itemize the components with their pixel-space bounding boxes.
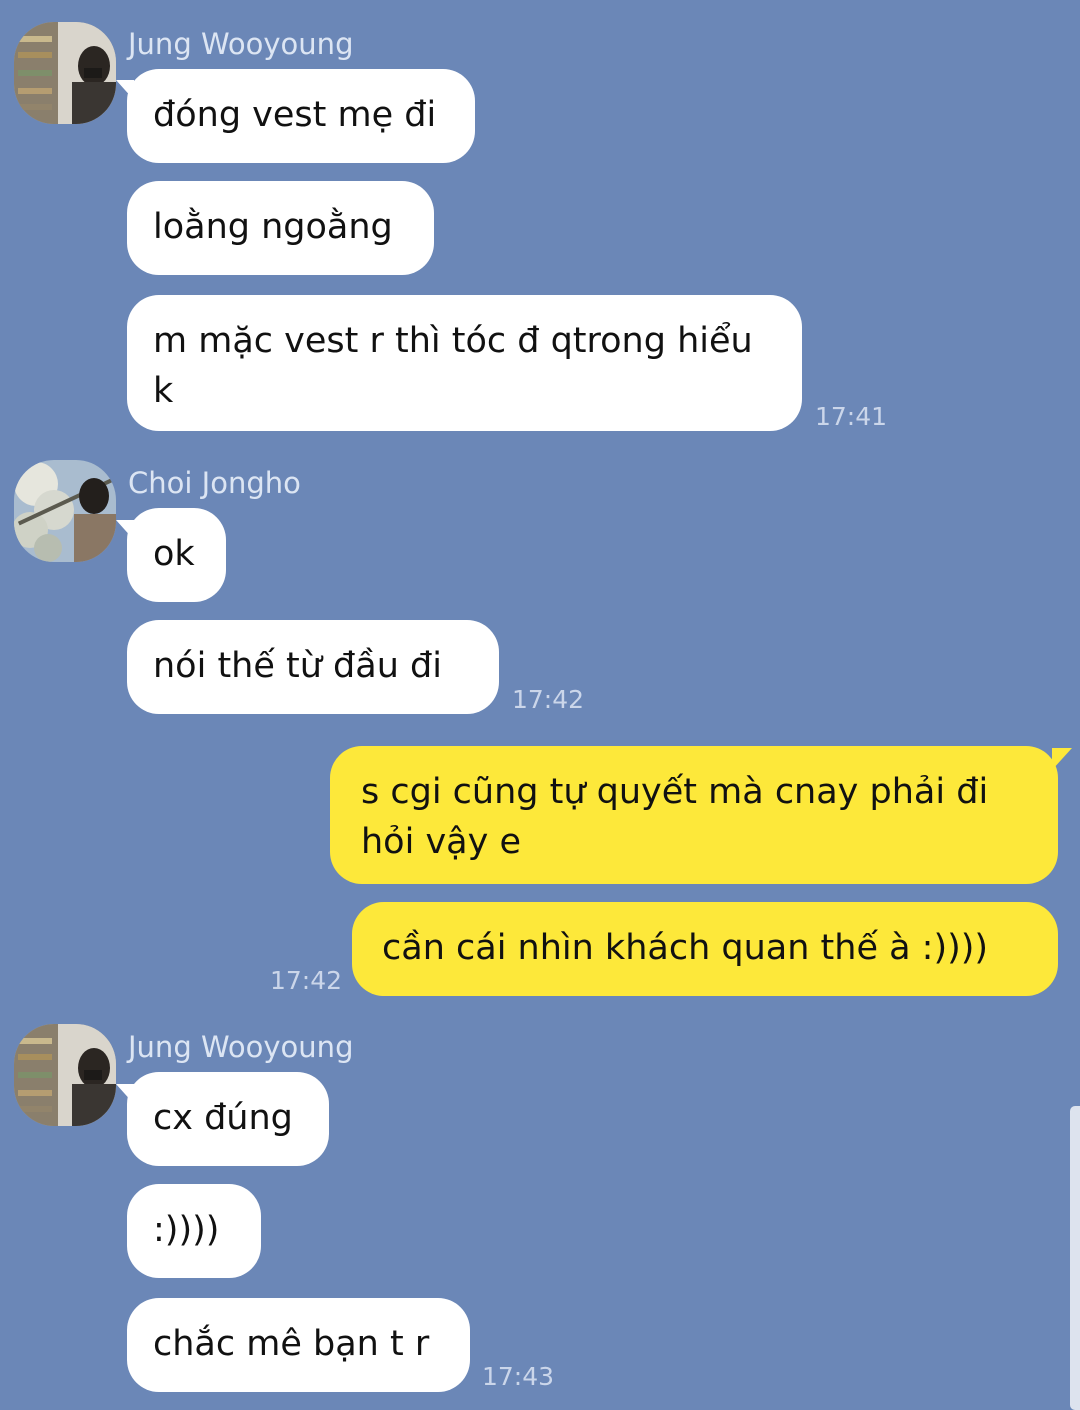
profile-photo-icon	[14, 1024, 116, 1126]
scrollbar[interactable]	[1070, 1106, 1080, 1410]
message-bubble[interactable]: đóng vest mẹ đi	[127, 69, 475, 163]
message-bubble[interactable]: :))))	[127, 1184, 261, 1278]
message-text: đóng vest mẹ đi	[153, 95, 437, 135]
message-text: cx đúng	[153, 1098, 293, 1138]
message-timestamp: 17:41	[815, 402, 888, 431]
message-text: nói thế từ đầu đi	[153, 646, 442, 686]
profile-photo-icon	[14, 460, 116, 562]
message-text: ok	[153, 534, 195, 574]
message-text: loằng ngoằng	[153, 207, 393, 247]
message-text: chắc mê bạn t r	[153, 1324, 430, 1364]
sender-name: Jung Wooyoung	[128, 1030, 354, 1064]
sender-name: Jung Wooyoung	[128, 27, 354, 61]
avatar-jung-wooyoung[interactable]	[14, 1024, 116, 1126]
sender-name: Choi Jongho	[128, 466, 301, 500]
profile-photo-icon	[14, 22, 116, 124]
message-bubble[interactable]: m mặc vest r thì tóc đ qtrong hiểu k	[127, 295, 802, 431]
message-text: s cgi cũng tự quyết mà cnay phải đi hỏi …	[361, 772, 989, 862]
message-bubble[interactable]: ok	[127, 508, 226, 602]
avatar-choi-jongho[interactable]	[14, 460, 116, 562]
message-timestamp: 17:43	[482, 1362, 555, 1391]
message-bubble[interactable]: cần cái nhìn khách quan thế à :))))	[352, 902, 1058, 996]
message-timestamp: 17:42	[270, 966, 343, 995]
message-text: m mặc vest r thì tóc đ qtrong hiểu k	[153, 321, 753, 411]
message-text: cần cái nhìn khách quan thế à :))))	[382, 928, 989, 968]
message-bubble[interactable]: chắc mê bạn t r	[127, 1298, 470, 1392]
message-text: :))))	[153, 1210, 220, 1250]
message-timestamp: 17:42	[512, 685, 585, 714]
message-bubble[interactable]: s cgi cũng tự quyết mà cnay phải đi hỏi …	[330, 746, 1058, 884]
message-bubble[interactable]: loằng ngoằng	[127, 181, 434, 275]
message-bubble[interactable]: nói thế từ đầu đi	[127, 620, 499, 714]
message-bubble[interactable]: cx đúng	[127, 1072, 329, 1166]
avatar-jung-wooyoung[interactable]	[14, 22, 116, 124]
